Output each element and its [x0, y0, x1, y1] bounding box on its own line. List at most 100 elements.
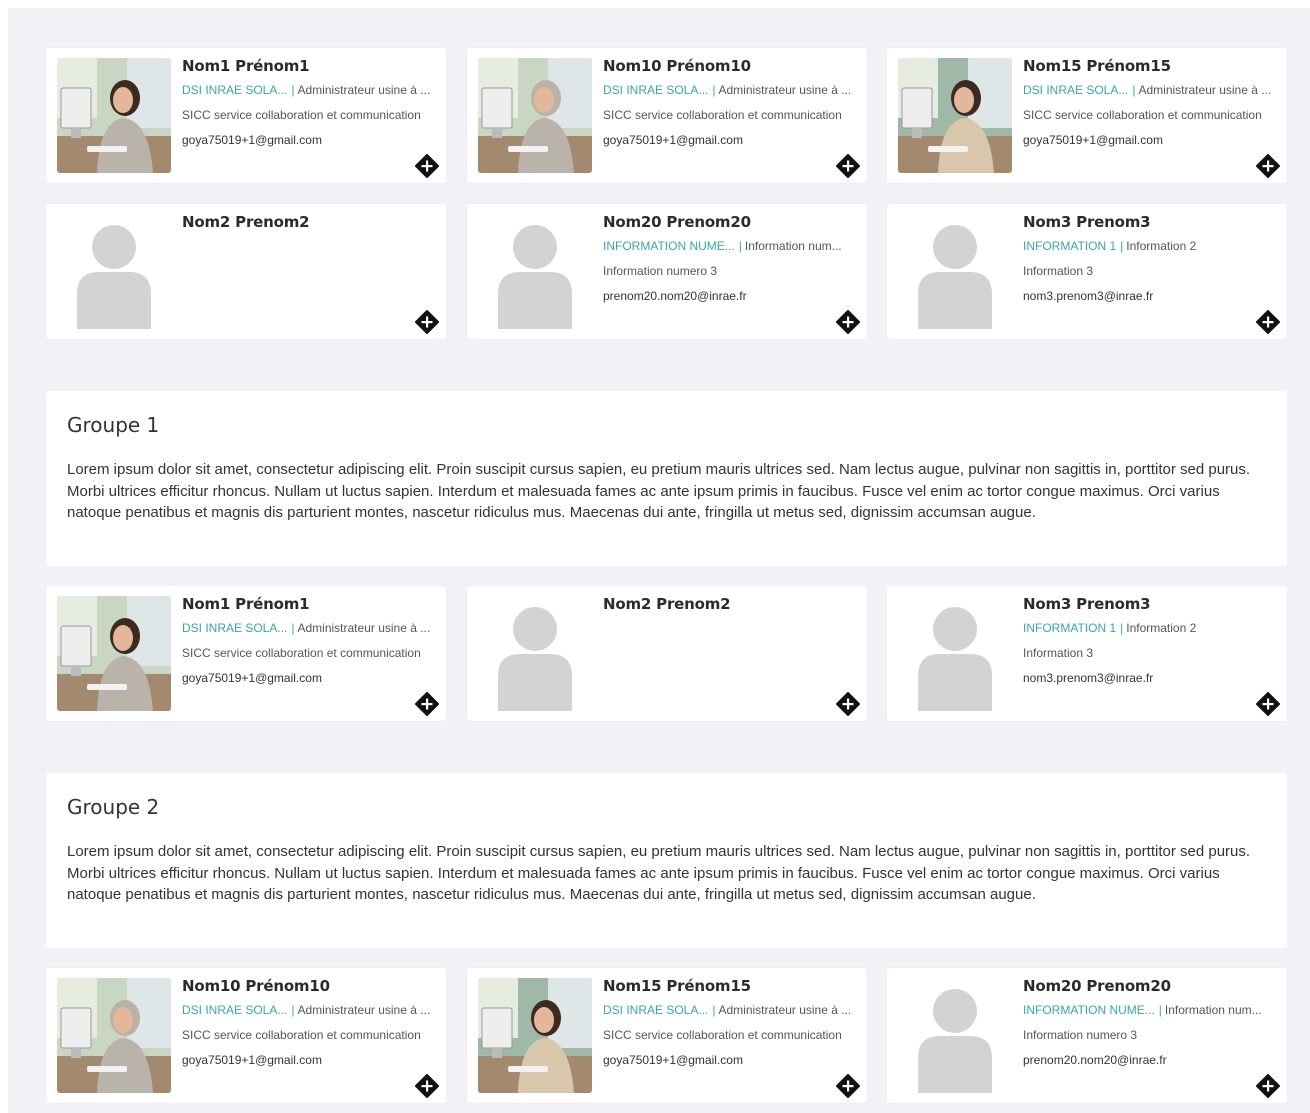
person-card: Nom3 Prenom3 INFORMATION 1 | Information 2…	[887, 586, 1287, 721]
separator: |	[1132, 83, 1136, 97]
person-name: Nom20 Prenom20	[1023, 977, 1171, 995]
plus-diamond-icon[interactable]	[1256, 1074, 1280, 1098]
person-email: nom3.prenom3@inrae.fr	[1023, 289, 1154, 303]
photo-woman-office-window	[898, 58, 1012, 173]
separator: |	[291, 1003, 295, 1017]
person-role: Administrateur usine à ...	[297, 621, 431, 635]
person-info: SICC service collaboration et communicat…	[182, 108, 421, 122]
person-placeholder-icon	[898, 978, 1012, 1093]
avatar	[478, 596, 592, 711]
separator: |	[712, 1003, 716, 1017]
plus-diamond-icon[interactable]	[415, 310, 439, 334]
plus-diamond-icon[interactable]	[415, 154, 439, 178]
person-placeholder-icon	[898, 596, 1012, 711]
person-card: Nom1 Prénom1 DSI INRAE SOLA... | Administr…	[46, 48, 446, 183]
person-org-role: DSI INRAE SOLA... | Administrateur usine à…	[182, 1003, 440, 1017]
person-name: Nom1 Prénom1	[182, 595, 310, 613]
person-card: Nom15 Prénom15 DSI INRAE SOLA... | Adminis…	[467, 968, 867, 1103]
person-info: SICC service collaboration et communicat…	[603, 1028, 842, 1042]
person-org: DSI INRAE SOLA...	[603, 83, 709, 97]
person-info: Information numero 3	[603, 264, 718, 278]
avatar	[898, 214, 1012, 329]
person-role: Information num...	[744, 239, 842, 253]
person-org: DSI INRAE SOLA...	[182, 1003, 288, 1017]
person-name: Nom15 Prénom15	[603, 977, 751, 995]
photo-woman-dark-hair-at-computer	[57, 58, 171, 173]
person-role: Information num...	[1164, 1003, 1262, 1017]
person-org: INFORMATION NUME...	[1023, 1003, 1155, 1017]
plus-diamond-icon[interactable]	[1256, 692, 1280, 716]
separator: |	[1158, 1003, 1162, 1017]
person-org: INFORMATION 1	[1023, 621, 1117, 635]
person-info: SICC service collaboration et communicat…	[1023, 108, 1262, 122]
group-title: Groupe 1	[67, 413, 160, 437]
person-email: goya75019+1@gmail.com	[182, 1053, 322, 1067]
person-email: goya75019+1@gmail.com	[603, 133, 743, 147]
person-role: Administrateur usine à ...	[1138, 83, 1272, 97]
person-name: Nom2 Prenom2	[182, 213, 310, 231]
plus-diamond-icon[interactable]	[415, 1074, 439, 1098]
person-org-role: INFORMATION NUME... | Information num...	[1023, 1003, 1281, 1017]
person-role: Information 2	[1126, 621, 1197, 635]
group-section: Groupe 2 Lorem ipsum dolor sit amet, con…	[46, 773, 1287, 948]
person-info: SICC service collaboration et communicat…	[182, 1028, 421, 1042]
person-card: Nom20 Prenom20 INFORMATION NUME... | Infor…	[467, 204, 867, 339]
person-name: Nom10 Prénom10	[182, 977, 330, 995]
person-role: Information 2	[1126, 239, 1197, 253]
person-email: goya75019+1@gmail.com	[603, 1053, 743, 1067]
person-card: Nom10 Prénom10 DSI INRAE SOLA... | Adminis…	[467, 48, 867, 183]
person-email: goya75019+1@gmail.com	[1023, 133, 1163, 147]
person-info: Information 3	[1023, 264, 1094, 278]
plus-diamond-icon[interactable]	[836, 1074, 860, 1098]
person-role: Administrateur usine à ...	[297, 83, 431, 97]
person-email: goya75019+1@gmail.com	[182, 671, 322, 685]
group-description: Lorem ipsum dolor sit amet, consectetur …	[67, 461, 1251, 522]
person-name: Nom20 Prenom20	[603, 213, 751, 231]
person-placeholder-icon	[478, 596, 592, 711]
avatar	[478, 214, 592, 329]
person-org: DSI INRAE SOLA...	[1023, 83, 1129, 97]
person-role: Administrateur usine à ...	[297, 1003, 431, 1017]
person-org-role: DSI INRAE SOLA... | Administrateur usine à…	[603, 83, 861, 97]
page-background: Nom1 Prénom1 DSI INRAE SOLA... | Administr…	[8, 8, 1310, 1113]
person-placeholder-icon	[478, 214, 592, 329]
person-org-role: DSI INRAE SOLA... | Administrateur usine à…	[603, 1003, 861, 1017]
person-email: goya75019+1@gmail.com	[182, 133, 322, 147]
plus-diamond-icon[interactable]	[1256, 154, 1280, 178]
person-placeholder-icon	[898, 214, 1012, 329]
person-card: Nom1 Prénom1 DSI INRAE SOLA... | Administr…	[46, 586, 446, 721]
separator: |	[291, 83, 295, 97]
person-email: prenom20.nom20@inrae.fr	[603, 289, 747, 303]
person-org: INFORMATION 1	[1023, 239, 1117, 253]
person-placeholder-icon	[57, 214, 171, 329]
plus-diamond-icon[interactable]	[836, 692, 860, 716]
plus-diamond-icon[interactable]	[1256, 310, 1280, 334]
plus-diamond-icon[interactable]	[415, 692, 439, 716]
plus-diamond-icon[interactable]	[836, 310, 860, 334]
separator: |	[291, 621, 295, 635]
group-title: Groupe 2	[67, 795, 160, 819]
person-org-role: INFORMATION NUME... | Information num...	[603, 239, 861, 253]
person-name: Nom10 Prénom10	[603, 57, 751, 75]
person-info: SICC service collaboration et communicat…	[182, 646, 421, 660]
person-role: Administrateur usine à ...	[718, 83, 852, 97]
separator: |	[738, 239, 742, 253]
person-name: Nom3 Prenom3	[1023, 595, 1151, 613]
person-org-role: DSI INRAE SOLA... | Administrateur usine à…	[1023, 83, 1281, 97]
person-email: prenom20.nom20@inrae.fr	[1023, 1053, 1167, 1067]
person-org: DSI INRAE SOLA...	[182, 621, 288, 635]
person-info: SICC service collaboration et communicat…	[603, 108, 842, 122]
avatar	[898, 978, 1012, 1093]
person-card: Nom2 Prenom2 |	[467, 586, 867, 721]
person-card: Nom20 Prenom20 INFORMATION NUME... | Infor…	[887, 968, 1287, 1103]
photo-woman-grey-hair-at-computer	[57, 978, 171, 1093]
person-role: Administrateur usine à ...	[718, 1003, 852, 1017]
person-org-role: DSI INRAE SOLA... | Administrateur usine à…	[182, 83, 440, 97]
plus-diamond-icon[interactable]	[836, 154, 860, 178]
avatar	[57, 214, 171, 329]
separator: |	[712, 83, 716, 97]
person-name: Nom3 Prenom3	[1023, 213, 1151, 231]
separator: |	[1120, 621, 1124, 635]
photo-woman-grey-hair-at-computer	[478, 58, 592, 173]
person-card: Nom2 Prenom2 |	[46, 204, 446, 339]
